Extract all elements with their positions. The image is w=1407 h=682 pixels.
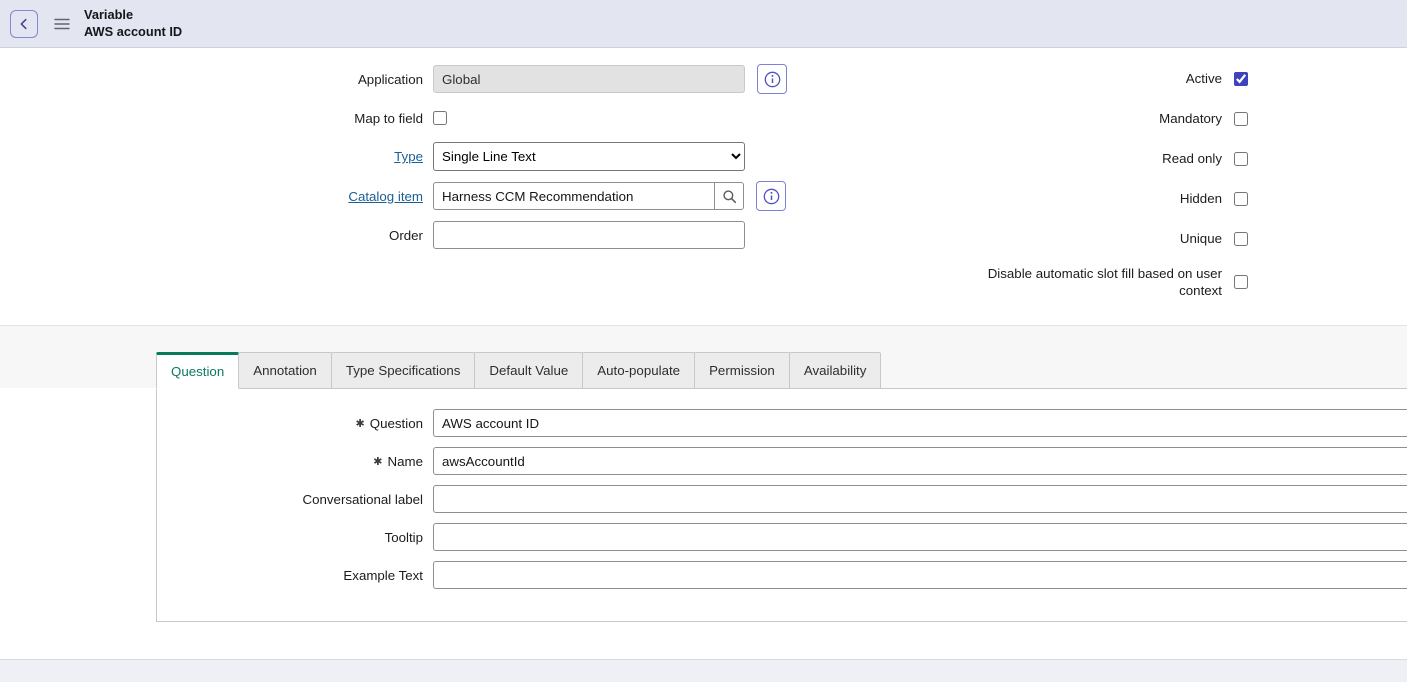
- read-only-checkbox[interactable]: [1234, 152, 1248, 166]
- tab-permission-label: Permission: [709, 363, 775, 378]
- app-header: Variable AWS account ID: [0, 0, 1407, 48]
- tooltip-row: Tooltip: [157, 523, 1407, 551]
- tooltip-label: Tooltip: [157, 530, 423, 545]
- question-tab-panel: ✱Question ✱Name Conversational label Too…: [156, 388, 1407, 622]
- chevron-left-icon: [17, 17, 31, 31]
- search-icon: [722, 189, 737, 204]
- disable-slot-fill-checkbox[interactable]: [1234, 275, 1248, 289]
- tab-annotation[interactable]: Annotation: [238, 352, 332, 389]
- record-type-title: Variable: [84, 7, 182, 24]
- context-menu-button[interactable]: [54, 18, 70, 30]
- tab-type-specifications[interactable]: Type Specifications: [331, 352, 476, 389]
- read-only-row: Read only: [977, 145, 1248, 173]
- tab-default-value-label: Default Value: [489, 363, 568, 378]
- type-label-link[interactable]: Type: [394, 149, 423, 164]
- application-row: Application: [0, 64, 787, 94]
- form-right-column: Active Mandatory Read only Hidden Unique…: [977, 65, 1248, 312]
- map-to-field-row: Map to field: [0, 104, 787, 132]
- conversational-label-label: Conversational label: [157, 492, 423, 507]
- name-row: ✱Name: [157, 447, 1407, 475]
- application-label: Application: [0, 72, 423, 87]
- tab-permission[interactable]: Permission: [694, 352, 790, 389]
- example-text-input[interactable]: [433, 561, 1407, 589]
- name-input[interactable]: [433, 447, 1407, 475]
- unique-checkbox[interactable]: [1234, 232, 1248, 246]
- hidden-row: Hidden: [977, 185, 1248, 213]
- name-label: ✱Name: [157, 454, 423, 469]
- tab-type-specifications-label: Type Specifications: [346, 363, 461, 378]
- disable-slot-fill-row: Disable automatic slot fill based on use…: [977, 265, 1248, 300]
- back-button[interactable]: [10, 10, 38, 38]
- map-to-field-label: Map to field: [0, 111, 423, 126]
- record-title: AWS account ID: [84, 24, 182, 41]
- question-row: ✱Question: [157, 409, 1407, 437]
- application-input[interactable]: [433, 65, 745, 93]
- map-to-field-checkbox[interactable]: [433, 111, 447, 125]
- order-label: Order: [0, 228, 423, 243]
- read-only-label: Read only: [977, 150, 1222, 167]
- catalog-item-lookup-button[interactable]: [714, 182, 744, 210]
- required-marker-icon: ✱: [356, 418, 365, 430]
- unique-row: Unique: [977, 225, 1248, 253]
- tab-availability-label: Availability: [804, 363, 867, 378]
- conversational-label-row: Conversational label: [157, 485, 1407, 513]
- catalog-item-label-link[interactable]: Catalog item: [348, 189, 423, 204]
- active-label: Active: [977, 70, 1222, 87]
- info-icon: [764, 71, 781, 88]
- form-left-column: Application Map to field Type: [0, 64, 787, 259]
- tab-strip: Question Annotation Type Specifications …: [0, 325, 1407, 388]
- question-label: ✱Question: [157, 416, 423, 431]
- type-row: Type Single Line Text: [0, 142, 787, 171]
- order-row: Order: [0, 221, 787, 249]
- tab-annotation-label: Annotation: [253, 363, 317, 378]
- conversational-label-input[interactable]: [433, 485, 1407, 513]
- hidden-checkbox[interactable]: [1234, 192, 1248, 206]
- footer-bar: [0, 659, 1407, 682]
- example-text-label: Example Text: [157, 568, 423, 583]
- order-input[interactable]: [433, 221, 745, 249]
- tab-auto-populate[interactable]: Auto-populate: [582, 352, 695, 389]
- variable-form: Application Map to field Type: [0, 48, 1407, 325]
- tab-question[interactable]: Question: [156, 352, 239, 389]
- disable-slot-fill-label: Disable automatic slot fill based on use…: [977, 265, 1222, 300]
- tab-default-value[interactable]: Default Value: [474, 352, 583, 389]
- active-row: Active: [977, 65, 1248, 93]
- tab-question-label: Question: [171, 364, 224, 379]
- unique-label: Unique: [977, 230, 1222, 247]
- catalog-item-input[interactable]: [433, 182, 715, 210]
- record-header: Variable AWS account ID: [84, 7, 182, 41]
- hidden-label: Hidden: [977, 190, 1222, 207]
- active-checkbox[interactable]: [1234, 72, 1248, 86]
- question-input[interactable]: [433, 409, 1407, 437]
- hamburger-icon: [54, 18, 70, 30]
- mandatory-label: Mandatory: [977, 110, 1222, 127]
- mandatory-checkbox[interactable]: [1234, 112, 1248, 126]
- mandatory-row: Mandatory: [977, 105, 1248, 133]
- application-info-button[interactable]: [757, 64, 787, 94]
- catalog-item-info-button[interactable]: [756, 181, 786, 211]
- tab-auto-populate-label: Auto-populate: [597, 363, 680, 378]
- tooltip-input[interactable]: [433, 523, 1407, 551]
- catalog-item-row: Catalog item: [0, 181, 787, 211]
- tab-availability[interactable]: Availability: [789, 352, 882, 389]
- example-text-row: Example Text: [157, 561, 1407, 589]
- required-marker-icon: ✱: [373, 456, 382, 468]
- type-select[interactable]: Single Line Text: [433, 142, 745, 171]
- info-icon: [763, 188, 780, 205]
